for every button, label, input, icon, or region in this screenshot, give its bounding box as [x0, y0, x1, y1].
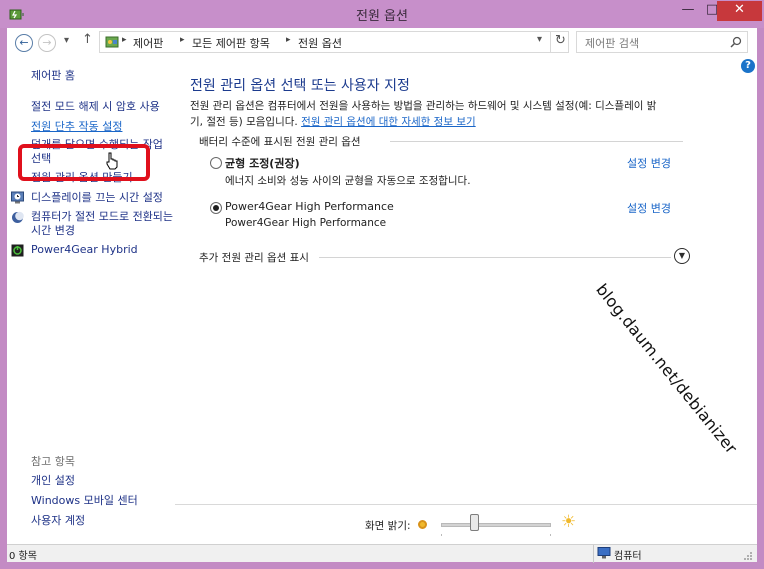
show-more-plans-label[interactable]: 추가 전원 관리 옵션 표시 — [199, 250, 309, 265]
search-icon[interactable] — [730, 36, 742, 48]
hand-cursor-icon — [106, 152, 118, 170]
up-button[interactable]: ↑ — [82, 32, 93, 47]
close-button[interactable]: ✕ — [717, 1, 762, 21]
plan-power4gear-radio[interactable] — [210, 202, 222, 214]
moon-icon — [12, 211, 24, 223]
bright-sun-icon: ☀ — [561, 512, 577, 532]
status-bar: 0 항목 컴퓨터 — [7, 544, 757, 563]
arrow-up-icon: ↑ — [82, 32, 93, 47]
breadcrumb-separator: ▸ — [122, 35, 127, 45]
description-line: 전원 관리 옵션은 컴퓨터에서 전원을 사용하는 방법을 관리하는 하드웨어 및… — [190, 100, 657, 112]
breadcrumb-power-options[interactable]: 전원 옵션 — [298, 35, 342, 51]
see-also-user-accounts[interactable]: 사용자 계정 — [31, 514, 85, 528]
plan-balanced-change-settings[interactable]: 설정 변경 — [627, 155, 671, 171]
item-count: 0 항목 — [9, 551, 37, 562]
navigation-bar: ← → ▾ ↑ ▸ 제어판 ▸ 모든 제어판 항목 ▸ 전원 옵션 ▾ ↻ 제어… — [7, 28, 757, 58]
title-bar[interactable]: 전원 옵션 — □ ✕ — [0, 0, 764, 28]
dim-sun-icon — [418, 520, 427, 529]
address-bar[interactable]: ▸ 제어판 ▸ 모든 제어판 항목 ▸ 전원 옵션 ▾ ↻ — [99, 31, 569, 53]
sidebar-item-display-off[interactable]: 디스플레이를 끄는 시간 설정 — [31, 191, 163, 205]
brightness-label: 화면 밝기: — [365, 520, 411, 532]
sidebar-item-sleep-time[interactable]: 컴퓨터가 절전 모드로 전환되는 시간 변경 — [31, 210, 173, 238]
page-title: 전원 관리 옵션 선택 또는 사용자 지정 — [190, 78, 410, 94]
window-client: ← → ▾ ↑ ▸ 제어판 ▸ 모든 제어판 항목 ▸ 전원 옵션 ▾ ↻ 제어… — [7, 28, 757, 563]
section-divider — [390, 141, 683, 142]
computer-icon — [597, 547, 611, 559]
breadcrumb-control-panel[interactable]: 제어판 — [133, 35, 163, 51]
battery-plans-heading: 배터리 수준에 표시된 전원 관리 옵션 — [199, 136, 361, 148]
sidebar-item-label: 컴퓨터가 절전 모드로 전환되는 — [31, 210, 174, 223]
expand-chevron-icon[interactable]: ▼ — [674, 248, 690, 264]
brightness-slider-thumb[interactable] — [469, 514, 479, 531]
breadcrumb-separator[interactable]: ▸ — [180, 35, 185, 45]
breadcrumb-separator[interactable]: ▸ — [286, 35, 291, 45]
highlight-annotation — [18, 144, 150, 181]
see-also-personalization[interactable]: 개인 설정 — [31, 474, 75, 488]
address-divider — [550, 32, 551, 52]
page-description: 전원 관리 옵션은 컴퓨터에서 전원을 사용하는 방법을 관리하는 하드웨어 및… — [190, 98, 710, 130]
breadcrumb-all-items[interactable]: 모든 제어판 항목 — [192, 35, 270, 51]
slider-ticks — [441, 534, 551, 536]
recent-locations-button[interactable]: ▾ — [64, 35, 69, 46]
plan-balanced-radio[interactable] — [210, 157, 222, 169]
search-input[interactable]: 제어판 검색 — [585, 35, 639, 51]
power4gear-icon — [11, 244, 24, 257]
sidebar-item-power-button[interactable]: 전원 단추 작동 설정 — [31, 120, 122, 134]
display-clock-icon — [11, 191, 24, 204]
chevron-down-icon: ▾ — [64, 35, 70, 46]
plan-balanced-desc: 에너지 소비와 성능 사이의 균형을 자동으로 조정합니다. — [225, 175, 471, 187]
plan-power4gear-change-settings[interactable]: 설정 변경 — [627, 200, 671, 216]
search-box[interactable]: 제어판 검색 — [576, 31, 748, 53]
plan-power4gear-desc: Power4Gear High Performance — [225, 217, 387, 229]
computer-label: 컴퓨터 — [614, 551, 642, 562]
window-title: 전원 옵션 — [356, 9, 408, 24]
brightness-slider[interactable] — [441, 523, 551, 527]
learn-more-link[interactable]: 전원 관리 옵션에 대한 자세한 정보 보기 — [301, 116, 476, 128]
sidebar-item-power4gear[interactable]: Power4Gear Hybrid — [31, 243, 138, 257]
sidebar-item-label: 시간 변경 — [31, 224, 75, 237]
control-panel-icon — [105, 36, 119, 48]
plan-balanced-name[interactable]: 균형 조정(권장) — [225, 155, 300, 171]
description-line: 기, 절전 등) 모음입니다. 전원 관리 옵션에 대한 자세한 정보 보기 — [190, 114, 710, 130]
section-divider — [319, 257, 671, 258]
watermark-text: blog.daum.net/debianizer — [592, 280, 742, 458]
brightness-bar: 화면 밝기: ☀ — [175, 504, 757, 544]
status-divider — [593, 545, 594, 563]
see-also-mobility-center[interactable]: Windows 모바일 센터 — [31, 494, 138, 508]
arrow-left-icon: ← — [19, 36, 29, 49]
back-button[interactable]: ← — [15, 34, 33, 52]
arrow-right-icon: → — [42, 36, 52, 49]
description-text: 기, 절전 등) 모음입니다. — [190, 116, 302, 128]
help-icon[interactable]: ? — [741, 59, 755, 73]
refresh-icon[interactable]: ↻ — [555, 33, 566, 48]
see-also-heading: 참고 항목 — [31, 455, 75, 468]
sidebar-home-link[interactable]: 제어판 홈 — [31, 69, 75, 83]
plan-power4gear-name[interactable]: Power4Gear High Performance — [225, 200, 394, 213]
forward-button[interactable]: → — [38, 34, 56, 52]
resize-grip-icon[interactable] — [743, 551, 753, 561]
window-frame: 전원 옵션 — □ ✕ ← → ▾ ↑ ▸ 제어판 ▸ 모든 제어판 항목 ▸ — [0, 0, 764, 569]
minimize-button[interactable]: — — [676, 1, 700, 21]
sidebar-item-password-on-wake[interactable]: 절전 모드 해제 시 암호 사용 — [31, 100, 160, 114]
sidebar: 제어판 홈 절전 모드 해제 시 암호 사용 전원 단추 작동 설정 덮개를 닫… — [7, 58, 175, 544]
address-dropdown-icon[interactable]: ▾ — [537, 34, 542, 45]
